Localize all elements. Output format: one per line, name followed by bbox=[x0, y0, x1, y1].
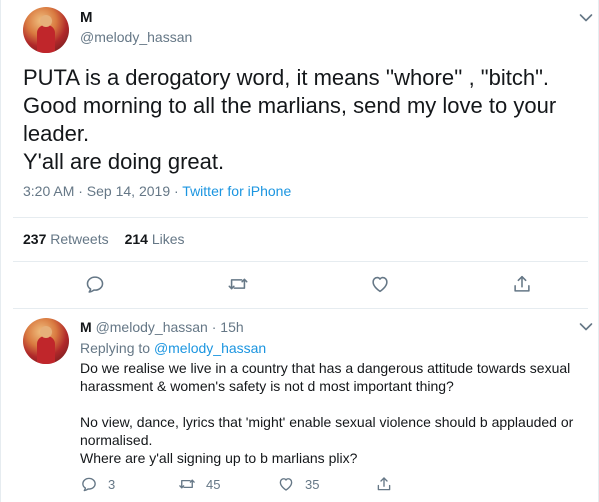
tweet-timestamp[interactable]: 3:20 AM · Sep 14, 2019 · bbox=[23, 183, 182, 199]
chevron-down-icon[interactable] bbox=[579, 322, 593, 332]
heart-icon bbox=[279, 478, 293, 491]
reply-avatar[interactable] bbox=[23, 318, 69, 364]
reply-header: M @melody_hassan · 15h bbox=[80, 319, 244, 335]
reply-text-line: Where are y'all signing up to b marlians… bbox=[80, 450, 358, 466]
share-icon[interactable] bbox=[511, 273, 533, 295]
reply-text-line: No view, dance, lyrics that 'might' enab… bbox=[80, 414, 574, 430]
retweet-icon bbox=[179, 479, 195, 489]
avatar[interactable] bbox=[23, 7, 69, 53]
reply-text-line bbox=[80, 395, 585, 413]
divider bbox=[13, 308, 588, 309]
like-count: 35 bbox=[305, 476, 320, 492]
reply-reply-button[interactable]: 3 bbox=[80, 474, 115, 494]
replying-prefix: Replying to bbox=[80, 340, 154, 356]
replying-to-link[interactable]: @melody_hassan bbox=[154, 340, 266, 356]
chevron-down-icon[interactable] bbox=[579, 13, 593, 23]
tweet-source-link[interactable]: Twitter for iPhone bbox=[182, 183, 291, 199]
reply-text-line: Do we realise we live in a country that … bbox=[80, 360, 571, 376]
share-icon bbox=[377, 477, 391, 491]
display-name[interactable]: M bbox=[80, 9, 93, 26]
reply-share-button[interactable] bbox=[375, 474, 403, 494]
retweets-count: 237 bbox=[23, 231, 47, 247]
likes-label: Likes bbox=[151, 231, 185, 247]
reply-icon[interactable] bbox=[84, 273, 106, 295]
retweet-count: 45 bbox=[206, 476, 221, 492]
tweet-text-line: Good morning to all the marlians, send m… bbox=[23, 93, 557, 118]
tweet-frame: M @melody_hassan PUTA is a derogatory wo… bbox=[0, 0, 599, 502]
tweet-text-line: PUTA is a derogatory word, it means ''wh… bbox=[23, 65, 550, 90]
reply-like-button[interactable]: 35 bbox=[277, 474, 319, 494]
tweet-meta: 3:20 AM · Sep 14, 2019 · Twitter for iPh… bbox=[23, 183, 291, 199]
tweet-text: PUTA is a derogatory word, it means ''wh… bbox=[23, 64, 583, 176]
heart-icon[interactable] bbox=[369, 273, 391, 295]
reply-text-line: normalised. bbox=[80, 432, 153, 448]
tweet-stats: 237 Retweets 214 Likes bbox=[23, 231, 185, 247]
reply-display-name[interactable]: M bbox=[80, 319, 92, 335]
replying-to: Replying to @melody_hassan bbox=[80, 340, 266, 356]
divider bbox=[13, 217, 588, 218]
likes-stat[interactable]: 214 Likes bbox=[125, 231, 185, 247]
reply-text-line: harassment & women's safety is not d mos… bbox=[80, 378, 454, 394]
retweet-icon[interactable] bbox=[227, 273, 249, 295]
tweet-text-line: Y'all are doing great. bbox=[23, 149, 225, 174]
tweet-text-line: leader. bbox=[23, 121, 90, 146]
likes-count: 214 bbox=[124, 231, 148, 247]
reply-text: Do we realise we live in a country that … bbox=[80, 359, 585, 467]
reply-count: 3 bbox=[108, 476, 116, 492]
reply-icon bbox=[82, 477, 96, 492]
user-handle[interactable]: @melody_hassan bbox=[80, 29, 192, 45]
divider bbox=[13, 261, 588, 262]
retweets-stat[interactable]: 237 Retweets bbox=[23, 231, 109, 247]
reply-retweet-button[interactable]: 45 bbox=[178, 474, 220, 494]
reply-handle-time[interactable]: @melody_hassan · 15h bbox=[96, 319, 244, 335]
retweets-label: Retweets bbox=[50, 231, 109, 247]
